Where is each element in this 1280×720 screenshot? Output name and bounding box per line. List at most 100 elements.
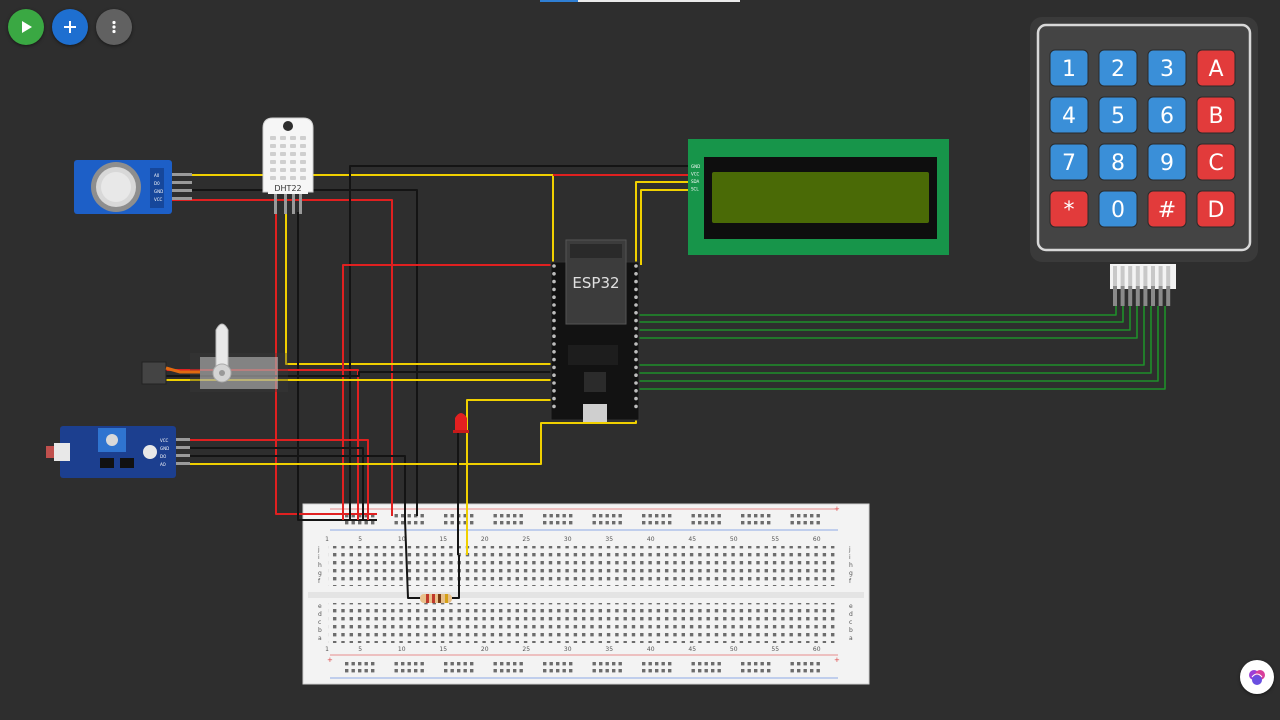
pin-label: GND <box>691 164 700 169</box>
keypad-key-label: 7 <box>1062 151 1076 176</box>
rail-plus-sign: + <box>327 656 333 664</box>
row-letter: g <box>318 570 322 577</box>
column-number: 25 <box>522 536 530 543</box>
pin-label: A0 <box>154 173 160 178</box>
column-number: 25 <box>522 646 530 653</box>
row-letter: h <box>849 562 853 569</box>
wire-red[interactable] <box>160 369 359 520</box>
servo-motor[interactable] <box>141 323 288 392</box>
keypad-key[interactable]: 7 <box>1049 143 1089 181</box>
wire-yellow[interactable] <box>640 189 690 265</box>
keypad-key[interactable]: 2 <box>1098 49 1138 87</box>
wire-green[interactable] <box>636 306 1159 382</box>
gas-sensor-module[interactable]: A0 D0 GND VCC <box>74 160 192 214</box>
more-options-button[interactable] <box>96 9 132 45</box>
lcd-1602-display[interactable]: GND VCC SDA SCL <box>688 139 949 255</box>
row-letter: c <box>849 619 852 626</box>
keypad-key-label: D <box>1208 198 1225 223</box>
plus-icon <box>64 21 76 33</box>
ai-assistant-button[interactable] <box>1240 660 1274 694</box>
wire-green[interactable] <box>636 306 1166 390</box>
column-number: 60 <box>813 646 821 653</box>
column-number: 40 <box>647 646 655 653</box>
keypad-key-label: A <box>1208 57 1223 82</box>
ldr-sensor-module[interactable]: VCC GND DO AO <box>46 426 190 478</box>
row-letter: g <box>849 570 853 577</box>
keypad-key-label: # <box>1158 198 1176 223</box>
row-letter: b <box>849 627 853 634</box>
column-number: 15 <box>439 536 447 543</box>
tab-indicator <box>540 0 740 2</box>
row-letter: j <box>848 546 851 553</box>
keypad-key-label: C <box>1208 151 1223 176</box>
keypad-key[interactable]: 4 <box>1049 96 1089 134</box>
wire-yellow[interactable] <box>172 174 554 265</box>
keypad-key[interactable]: 3 <box>1147 49 1187 87</box>
keypad-key[interactable]: 5 <box>1098 96 1138 134</box>
esp32-label: ESP32 <box>572 274 619 292</box>
row-letter: c <box>318 619 321 626</box>
add-part-button[interactable] <box>52 9 88 45</box>
row-letter: e <box>849 603 853 610</box>
column-number: 5 <box>358 646 362 653</box>
pin-label: SCL <box>691 187 699 192</box>
rail-plus-sign: + <box>834 505 840 513</box>
wire-green[interactable] <box>636 306 1152 374</box>
keypad-key-label: 4 <box>1062 104 1076 129</box>
pin-label: SDA <box>691 179 700 184</box>
column-number: 30 <box>564 646 572 653</box>
keypad-key-label: B <box>1208 104 1223 129</box>
column-number: 1 <box>325 646 329 653</box>
row-letter: e <box>318 603 322 610</box>
keypad-key-label: 8 <box>1111 151 1125 176</box>
row-letter: a <box>318 635 322 642</box>
esp32-board[interactable]: ESP32 <box>550 239 640 422</box>
pin-label: GND <box>154 189 163 194</box>
pin-label: GND <box>160 446 169 451</box>
pin-label: D0 <box>154 181 160 186</box>
keypad-key[interactable]: 9 <box>1147 143 1187 181</box>
wire-yellow[interactable] <box>635 181 690 265</box>
keypad-key[interactable]: 1 <box>1049 49 1089 87</box>
keypad-key[interactable]: 0 <box>1098 190 1138 228</box>
row-letter: d <box>849 611 853 618</box>
keypad-key[interactable]: * <box>1049 190 1089 228</box>
keypad-key-label: * <box>1064 198 1075 223</box>
keypad-key[interactable]: A <box>1196 49 1236 87</box>
keypad-key-label: 0 <box>1111 198 1125 223</box>
keypad-key[interactable]: B <box>1196 96 1236 134</box>
pin-label: VCC <box>160 438 169 443</box>
keypad-key-label: 9 <box>1160 151 1174 176</box>
wire-green[interactable] <box>553 306 1131 331</box>
breadboard[interactable]: 1 5 10 15 20 25 30 35 40 45 50 55 60 1 5 10 15 20 25 30 35 4… <box>302 503 870 685</box>
keypad-key[interactable]: 6 <box>1147 96 1187 134</box>
column-number: 55 <box>771 536 779 543</box>
column-number: 5 <box>358 536 362 543</box>
wire-black[interactable] <box>297 212 377 521</box>
dht22-label: DHT22 <box>274 184 301 193</box>
column-number: 50 <box>730 536 738 543</box>
keypad-key[interactable]: 8 <box>1098 143 1138 181</box>
keypad-key[interactable]: D <box>1196 190 1236 228</box>
column-number: 35 <box>605 646 613 653</box>
pin-label: AO <box>160 462 166 467</box>
wire-yellow[interactable] <box>285 212 553 365</box>
play-icon <box>22 21 32 33</box>
keypad-key[interactable]: C <box>1196 143 1236 181</box>
column-number: 20 <box>481 536 489 543</box>
pin-label: DO <box>160 454 166 459</box>
wire-red[interactable] <box>342 264 553 520</box>
column-number: 60 <box>813 536 821 543</box>
resistor[interactable] <box>420 594 452 603</box>
circuit-canvas[interactable]: 1 5 10 15 20 25 30 35 40 45 50 55 60 1 5 10 15 20 25 30 35 4… <box>0 0 1280 720</box>
column-number: 35 <box>605 536 613 543</box>
run-simulation-button[interactable] <box>8 9 44 45</box>
column-number: 10 <box>398 536 406 543</box>
column-number: 15 <box>439 646 447 653</box>
keypad-key-label: 3 <box>1160 57 1174 82</box>
keypad-4x4[interactable]: 1 2 3 A 4 5 6 B 7 8 9 C * 0 # D <box>1030 17 1258 306</box>
row-letter: h <box>318 562 322 569</box>
keypad-key[interactable]: # <box>1147 190 1187 228</box>
column-number: 45 <box>688 536 696 543</box>
row-letter: j <box>317 546 320 553</box>
